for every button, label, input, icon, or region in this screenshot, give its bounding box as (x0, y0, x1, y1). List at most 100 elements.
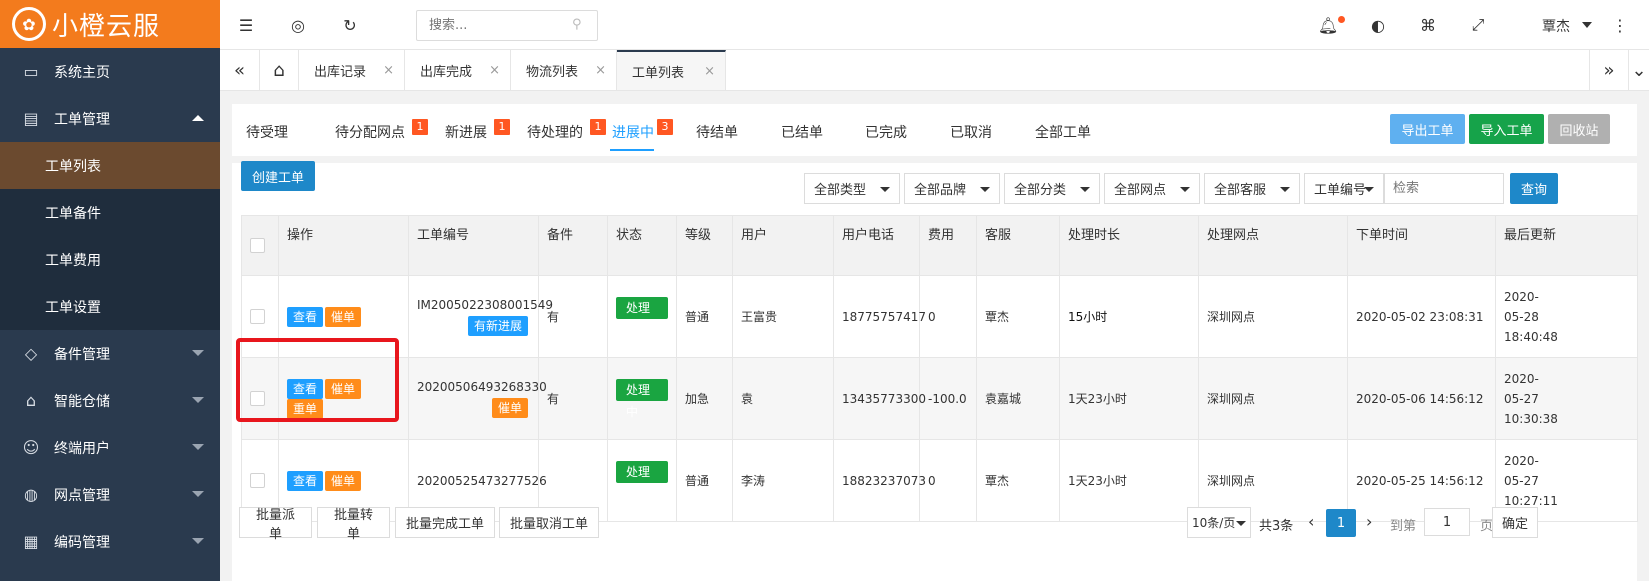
row-checkbox[interactable] (250, 309, 265, 324)
col-header-site[interactable]: 处理网点 (1198, 215, 1348, 276)
status-tab-pending-close[interactable]: 待结单 (696, 122, 738, 142)
user-name[interactable]: 覃杰 (1542, 16, 1570, 36)
workorder-search-input[interactable] (1384, 173, 1504, 204)
menu-toggle-icon[interactable]: ☰ (236, 15, 256, 35)
close-icon[interactable]: × (704, 64, 715, 79)
sidebar-subitem-workorder-fees[interactable]: 工单费用 (0, 236, 220, 283)
col-header-phone[interactable]: 用户电话 (833, 215, 920, 276)
row-checkbox[interactable] (250, 473, 265, 488)
col-header-level[interactable]: 等级 (676, 215, 733, 276)
status-tab-pending-accept[interactable]: 待受理 (246, 122, 288, 142)
tag-icon[interactable]: ⌘ (1418, 15, 1438, 35)
col-header-number[interactable]: 工单编号 (408, 215, 539, 276)
palette-icon[interactable]: ◐ (1368, 15, 1388, 35)
view-button[interactable]: 查看 (287, 306, 324, 327)
sidebar-item-workorder[interactable]: ▤ 工单管理 (0, 95, 220, 142)
export-button[interactable]: 导出工单 (1390, 114, 1465, 144)
col-header-parts[interactable]: 备件 (538, 215, 608, 276)
caret-down-icon (192, 444, 204, 450)
row-checkbox[interactable] (250, 391, 265, 406)
workorder-number[interactable]: IM2005022308001549 (417, 298, 553, 312)
sidebar-item-sites[interactable]: ◍ 网点管理 (0, 471, 220, 518)
search-field-select[interactable]: 工单编号 (1304, 173, 1384, 204)
status-tab-pending-assign[interactable]: 待分配网点 (335, 122, 405, 142)
col-header-user[interactable]: 用户 (732, 215, 834, 276)
current-page-button[interactable]: 1 (1326, 509, 1356, 537)
status-tab-closed[interactable]: 已结单 (781, 122, 823, 142)
brand-logo[interactable]: ✿ 小橙云服 (0, 0, 220, 48)
status-tab-new-progress[interactable]: 新进展 (445, 122, 487, 142)
query-button[interactable]: 查询 (1510, 173, 1558, 204)
status-tab-all[interactable]: 全部工单 (1035, 122, 1091, 142)
col-header-status[interactable]: 状态 (607, 215, 677, 276)
recycle-bin-button[interactable]: 回收站 (1548, 114, 1610, 144)
close-icon[interactable]: × (383, 63, 394, 78)
sidebar-item-codes[interactable]: ▦ 编码管理 (0, 518, 220, 565)
next-page-icon[interactable]: › (1366, 512, 1372, 531)
goto-confirm-button[interactable]: 确定 (1492, 507, 1538, 538)
site-filter-select[interactable]: 全部网点 (1104, 173, 1200, 204)
urge-button[interactable]: 催单 (325, 470, 362, 491)
refresh-icon[interactable]: ↻ (340, 15, 360, 35)
search-icon[interactable]: ⚲ (572, 17, 582, 32)
brand-filter-select[interactable]: 全部品牌 (904, 173, 1000, 204)
batch-dispatch-button[interactable]: 批量派单 (239, 507, 312, 542)
status-tab-in-progress[interactable]: 进展中 (612, 122, 654, 142)
select-value: 全部网点 (1114, 183, 1167, 198)
view-button[interactable]: 查看 (287, 470, 324, 491)
type-filter-select[interactable]: 全部类型 (804, 173, 900, 204)
goto-page-input[interactable] (1424, 508, 1470, 536)
select-all-checkbox[interactable] (250, 237, 265, 253)
view-button[interactable]: 查看 (287, 378, 324, 399)
global-search-input[interactable] (416, 10, 598, 41)
new-progress-tag[interactable]: 有新进展 (467, 315, 528, 336)
more-vertical-icon[interactable]: ⋮ (1610, 15, 1630, 35)
status-tab-to-process[interactable]: 待处理的 (527, 122, 583, 142)
status-tab-cancelled[interactable]: 已取消 (950, 122, 992, 142)
select-value: 全部品牌 (914, 183, 967, 198)
col-header-last-updated[interactable]: 最后更新 (1495, 215, 1638, 276)
batch-transfer-button[interactable]: 批量转单 (317, 507, 390, 542)
close-icon[interactable]: × (595, 63, 606, 78)
orange-logo-icon: ✿ (12, 7, 46, 41)
prev-page-icon[interactable]: ‹ (1308, 512, 1314, 531)
sidebar-item-home[interactable]: ▭ 系统主页 (0, 48, 220, 95)
sidebar-item-parts[interactable]: ◇ 备件管理 (0, 330, 220, 377)
service-filter-select[interactable]: 全部客服 (1204, 173, 1300, 204)
tabs-scroll-left-icon[interactable]: « (220, 50, 260, 90)
fullscreen-icon[interactable]: ⤢ (1468, 15, 1488, 35)
page-size-select[interactable]: 10条/页 (1187, 507, 1251, 538)
batch-cancel-button[interactable]: 批量取消工单 (499, 507, 599, 538)
sidebar-item-endusers[interactable]: ☺ 终端用户 (0, 424, 220, 471)
tab-logistics-list[interactable]: 物流列表 × (511, 50, 617, 90)
category-filter-select[interactable]: 全部分类 (1004, 173, 1100, 204)
create-workorder-button[interactable]: 创建工单 (241, 161, 315, 191)
col-header-order-time[interactable]: 下单时间 (1347, 215, 1496, 276)
reorder-button[interactable]: 重单 (287, 398, 324, 419)
sidebar-subitem-workorder-parts[interactable]: 工单备件 (0, 189, 220, 236)
tabs-scroll-right-icon[interactable]: » (1589, 50, 1629, 90)
sidebar-subitem-workorder-list[interactable]: 工单列表 (0, 142, 220, 189)
urge-button[interactable]: 催单 (325, 378, 362, 399)
close-icon[interactable]: × (489, 63, 500, 78)
globe-icon[interactable]: ◎ (288, 15, 308, 35)
sidebar-item-warehouse[interactable]: ⌂ 智能仓储 (0, 377, 220, 424)
tab-outbound-records[interactable]: 出库记录 × (299, 50, 405, 90)
urge-button[interactable]: 催单 (325, 306, 362, 327)
import-button[interactable]: 导入工单 (1469, 114, 1544, 144)
col-header-duration[interactable]: 处理时长 (1059, 215, 1199, 276)
tab-outbound-complete[interactable]: 出库完成 × (405, 50, 511, 90)
batch-complete-button[interactable]: 批量完成工单 (395, 507, 495, 538)
workorder-number[interactable]: 20200525473277526 (417, 474, 547, 488)
status-tab-completed[interactable]: 已完成 (865, 122, 907, 142)
tab-workorder-list[interactable]: 工单列表 × (617, 50, 726, 90)
sidebar-subitem-workorder-settings[interactable]: 工单设置 (0, 283, 220, 330)
col-header-fee[interactable]: 费用 (919, 215, 977, 276)
col-header-service[interactable]: 客服 (976, 215, 1060, 276)
bell-icon[interactable]: 🔔︎ (1318, 15, 1338, 35)
fee-cell: 0 (919, 439, 977, 522)
home-icon[interactable]: ⌂ (260, 50, 299, 90)
chevron-down-icon[interactable]: ⌄ (1629, 50, 1649, 90)
caret-down-icon[interactable] (1582, 22, 1592, 28)
workorder-number[interactable]: 20200506493268330 (417, 380, 547, 394)
